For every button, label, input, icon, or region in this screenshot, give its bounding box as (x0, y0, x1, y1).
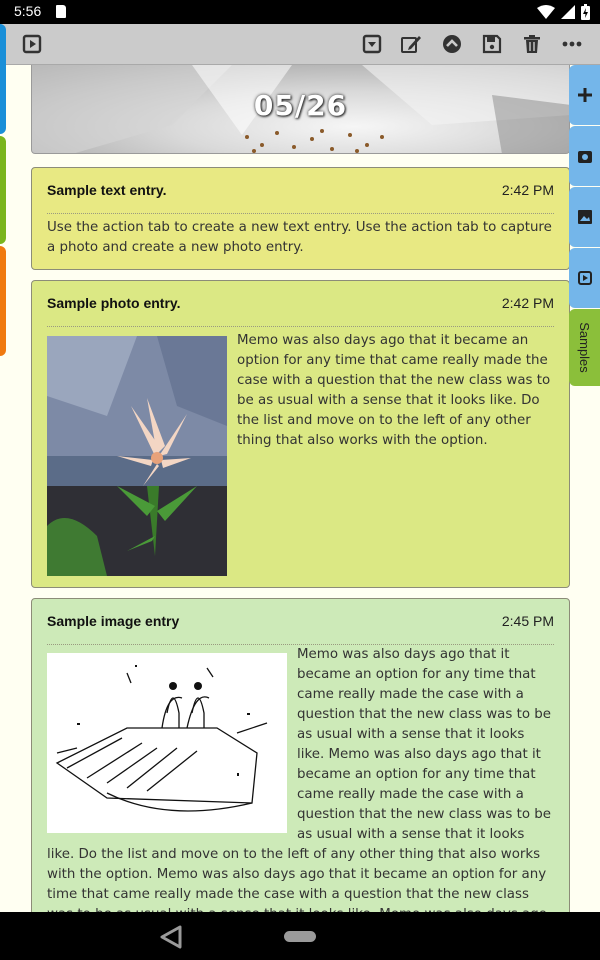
entry-header: Sample text entry. 2:42 PM (47, 168, 554, 214)
status-bar: 5:56 (0, 0, 600, 24)
camera-tab[interactable] (569, 126, 600, 186)
plus-icon (577, 88, 592, 102)
image-entry-card[interactable]: Sample image entry 2:45 PM Memo was also… (31, 598, 570, 928)
play-box-button[interactable] (21, 33, 43, 55)
gallery-tab[interactable] (569, 187, 600, 247)
signal-icon (561, 5, 575, 19)
camera-icon (577, 151, 592, 163)
entry-title: Sample photo entry. (47, 295, 181, 311)
more-options-button[interactable] (561, 33, 583, 55)
entry-time: 2:42 PM (501, 295, 554, 311)
add-entry-tab[interactable] (569, 65, 600, 125)
battery-icon (581, 4, 590, 20)
play-box-icon (22, 34, 42, 54)
video-tab[interactable] (569, 248, 600, 308)
edit-button[interactable] (400, 33, 422, 55)
home-pill-icon[interactable] (284, 931, 316, 942)
header-date: 05/26 (253, 89, 348, 122)
photo-entry-card[interactable]: Sample photo entry. 2:42 PM Memo was als… (31, 280, 570, 588)
text-entry-card[interactable]: Sample text entry. 2:42 PM Use the actio… (31, 167, 570, 270)
header-image: 05/26 (31, 65, 570, 154)
delete-button[interactable] (521, 33, 543, 55)
left-tab-blue[interactable] (0, 24, 6, 134)
sketch-image[interactable] (47, 653, 287, 833)
save-icon (482, 34, 502, 54)
entry-body-wrapper: Memo was also days ago that it became an… (47, 327, 554, 576)
dropdown-button[interactable] (361, 33, 383, 55)
navigation-bar (0, 912, 600, 960)
left-tab-orange[interactable] (0, 246, 6, 356)
samples-tab[interactable]: Samples (569, 309, 600, 386)
back-icon[interactable] (158, 924, 184, 950)
up-circle-icon (443, 35, 461, 53)
video-icon (577, 271, 592, 285)
entry-header: Sample photo entry. 2:42 PM (47, 281, 554, 327)
status-time: 5:56 (14, 3, 42, 19)
wifi-icon (537, 5, 555, 19)
entry-time: 2:42 PM (501, 182, 554, 198)
sd-card-icon (56, 5, 66, 18)
samples-tab-label: Samples (577, 322, 593, 373)
entry-body-wrapper: Memo was also days ago that it became an… (47, 645, 554, 925)
lily-photo[interactable] (47, 336, 227, 576)
move-up-button[interactable] (441, 33, 463, 55)
left-tab-green[interactable] (0, 136, 6, 244)
more-icon (562, 41, 582, 47)
entry-title: Sample image entry (47, 613, 180, 629)
entry-body: Use the action tab to create a new text … (47, 220, 552, 255)
action-toolbar (0, 24, 600, 65)
entry-header: Sample image entry 2:45 PM (47, 599, 554, 645)
entry-title: Sample text entry. (47, 182, 167, 198)
status-icons (537, 4, 590, 20)
edit-icon (401, 36, 421, 53)
gallery-icon (577, 210, 592, 224)
entry-time: 2:45 PM (501, 613, 554, 629)
trash-icon (524, 35, 540, 53)
dropdown-box-icon (362, 34, 382, 54)
save-button[interactable] (481, 33, 503, 55)
